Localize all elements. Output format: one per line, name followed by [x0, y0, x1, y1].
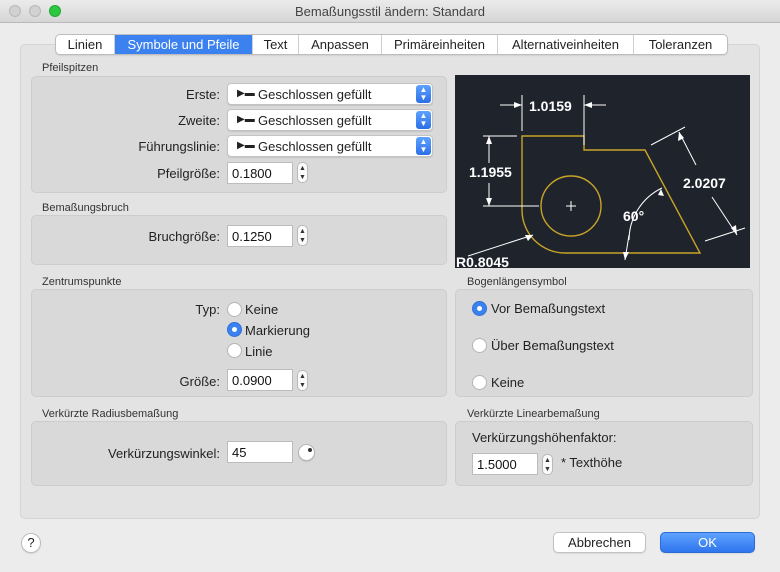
title-bar: Bemaßungsstil ändern: Standard	[0, 0, 780, 23]
jog-factor-suffix: * Texthöhe	[561, 455, 623, 470]
jog-angle-input[interactable]: 45	[227, 441, 293, 463]
linear-jog-section-title: Verkürzte Linearbemaßung	[467, 408, 600, 420]
tab-alternate-units[interactable]: Alternativeinheiten	[498, 35, 634, 54]
window-title: Bemaßungsstil ändern: Standard	[294, 4, 486, 19]
radius-jog-section-title: Verkürzte Radiusbemaßung	[42, 408, 179, 420]
preview-drawing: 1.0159 1.1955 2.0207 60° R0.8045	[456, 95, 746, 270]
center-size-stepper[interactable]: ▲ ▼	[297, 370, 308, 391]
arc-above-text-radio[interactable]	[472, 338, 487, 353]
ok-button[interactable]: OK	[660, 532, 755, 553]
break-size-label: Bruchgröße:	[148, 229, 220, 244]
arrow-size-input[interactable]: 0.1800	[227, 162, 293, 184]
arrow-size-label: Pfeilgröße:	[157, 166, 220, 181]
tab-text[interactable]: Text	[253, 35, 299, 54]
arrowhead-icon: ▶▬	[237, 114, 255, 125]
first-arrow-value: Geschlossen gefüllt	[258, 87, 372, 102]
arc-before-text-radio[interactable]	[472, 301, 487, 316]
dimension-preview: 1.0159 1.1955 2.0207 60° R0.8045	[455, 75, 750, 270]
center-none-radio[interactable]	[227, 302, 242, 317]
preview-dim-top: 1.0159	[529, 98, 572, 114]
select-stepper-icon: ▲ ▼	[416, 137, 431, 155]
preview-radius: R0.8045	[456, 254, 509, 268]
preview-angle: 60°	[623, 208, 644, 224]
tab-tolerances[interactable]: Toleranzen	[634, 35, 727, 54]
arc-above-text-label: Über Bemaßungstext	[491, 338, 614, 353]
tab-fit[interactable]: Anpassen	[299, 35, 382, 54]
jog-angle-label: Verkürzungswinkel:	[108, 446, 220, 461]
arc-before-text-label: Vor Bemaßungstext	[491, 301, 606, 316]
center-size-input[interactable]: 0.0900	[227, 369, 293, 391]
break-size-stepper[interactable]: ▲ ▼	[297, 225, 308, 246]
leader-arrow-value: Geschlossen gefüllt	[258, 139, 372, 154]
second-arrow-value: Geschlossen gefüllt	[258, 113, 372, 128]
arc-none-radio[interactable]	[472, 375, 487, 390]
select-stepper-icon: ▲ ▼	[416, 85, 431, 103]
arrowhead-icon: ▶▬	[237, 140, 255, 151]
dial-knob-icon	[308, 448, 312, 452]
select-stepper-icon: ▲ ▼	[416, 111, 431, 129]
jog-factor-input[interactable]: 1.5000	[472, 453, 538, 475]
jog-factor-label: Verkürzungshöhenfaktor:	[472, 430, 617, 445]
leader-arrow-label: Führungslinie:	[138, 139, 220, 154]
center-line-radio[interactable]	[227, 343, 242, 358]
tab-symbols-arrows[interactable]: Symbole und Pfeile	[115, 35, 253, 54]
center-type-label: Typ:	[195, 302, 220, 317]
second-arrow-label: Zweite:	[178, 113, 220, 128]
tab-bar: Linien Symbole und Pfeile Text Anpassen …	[55, 34, 728, 55]
tab-primary-units[interactable]: Primäreinheiten	[382, 35, 498, 54]
arc-symbol-section-title: Bogenlängensymbol	[467, 276, 567, 288]
center-marks-section-title: Zentrumspunkte	[42, 276, 122, 288]
first-arrow-select[interactable]: ▶▬ Geschlossen gefüllt ▲ ▼	[227, 83, 433, 105]
tab-lines[interactable]: Linien	[56, 35, 115, 54]
cancel-button[interactable]: Abbrechen	[553, 532, 646, 553]
preview-dim-left: 1.1955	[469, 164, 512, 180]
arrowhead-icon: ▶▬	[237, 88, 255, 99]
break-size-input[interactable]: 0.1250	[227, 225, 293, 247]
center-mark-radio[interactable]	[227, 322, 242, 337]
arc-none-label: Keine	[491, 375, 525, 390]
first-arrow-label: Erste:	[186, 87, 220, 102]
arrow-size-stepper[interactable]: ▲ ▼	[297, 162, 308, 183]
dimbreak-section-title: Bemaßungsbruch	[42, 202, 129, 214]
center-size-label: Größe:	[179, 374, 220, 389]
center-none-label: Keine	[245, 302, 279, 317]
second-arrow-select[interactable]: ▶▬ Geschlossen gefüllt ▲ ▼	[227, 109, 433, 131]
help-button[interactable]: ?	[21, 533, 41, 553]
jog-factor-stepper[interactable]: ▲ ▼	[542, 454, 553, 475]
jog-angle-dial[interactable]	[298, 444, 315, 461]
leader-arrow-select[interactable]: ▶▬ Geschlossen gefüllt ▲ ▼	[227, 135, 433, 157]
preview-dim-right: 2.0207	[683, 175, 726, 191]
center-mark-label: Markierung	[245, 323, 311, 338]
center-line-label: Linie	[245, 344, 273, 359]
arrowheads-section-title: Pfeilspitzen	[42, 62, 99, 74]
